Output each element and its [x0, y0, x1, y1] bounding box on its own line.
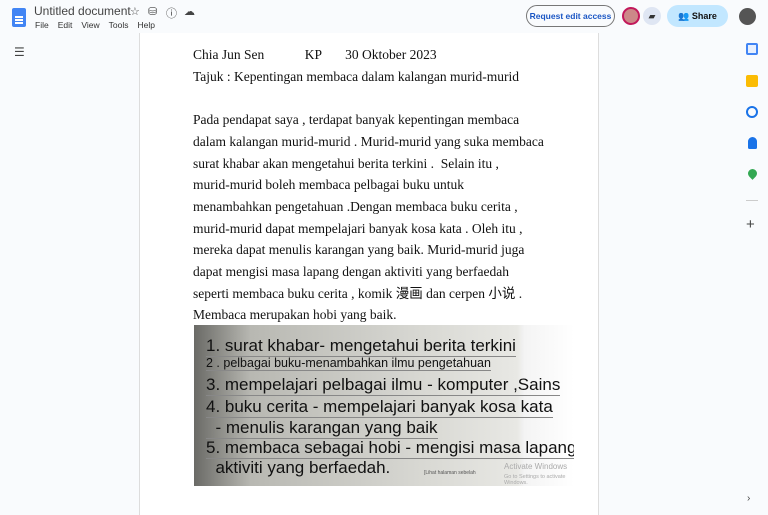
text-line: surat khabar akan mengetahui berita terk…	[193, 155, 499, 171]
share-label: Share	[691, 11, 717, 21]
add-addon-icon[interactable]: +	[746, 216, 755, 233]
top-bar: Untitled document ☆ ⛁ ⓘ ☁ File Edit View…	[0, 0, 768, 33]
keep-icon[interactable]	[746, 75, 758, 87]
image-line: 2 . pelbagai buku-menambahkan ilmu penge…	[206, 356, 491, 371]
activate-windows-title: Activate Windows	[504, 462, 568, 471]
collaborator-avatar[interactable]	[622, 7, 640, 25]
text-line: Membaca merupakan hobi yang baik.	[193, 307, 397, 323]
text-line: menambahkan pengetahuan .Dengan membaca …	[193, 198, 518, 214]
menu-file[interactable]: File	[35, 20, 49, 30]
image-line: 4. buku cerita - mempelajari banyak kosa…	[206, 397, 553, 418]
request-edit-access-button[interactable]: Request edit access	[526, 5, 615, 27]
star-icon[interactable]: ☆	[130, 5, 140, 18]
tasks-icon[interactable]	[746, 106, 758, 118]
menu-bar: File Edit View Tools Help	[35, 20, 155, 30]
document-body[interactable]: Chia Jun Sen KP 30 Oktober 2023 Tajuk : …	[193, 44, 544, 326]
embedded-notes-image[interactable]: 1. surat khabar- mengetahui berita terki…	[194, 325, 574, 486]
cloud-status-icon[interactable]: ☁	[184, 5, 195, 18]
docs-logo-icon[interactable]	[12, 8, 26, 27]
info-icon[interactable]: ⓘ	[166, 5, 177, 21]
divider	[746, 200, 758, 201]
document-title[interactable]: Untitled document	[34, 4, 131, 18]
contacts-icon[interactable]	[748, 137, 757, 149]
image-footnote: [Lihat halaman sebelah	[424, 470, 476, 476]
chevron-right-icon[interactable]: ›	[747, 493, 750, 504]
menu-edit[interactable]: Edit	[58, 20, 73, 30]
image-line: 3. mempelajari pelbagai ilmu - komputer …	[206, 375, 561, 396]
image-line: 1. surat khabar- mengetahui berita terki…	[206, 336, 516, 357]
account-avatar[interactable]	[739, 8, 756, 25]
text-line: Tajuk : Kepentingan membaca dalam kalang…	[193, 68, 519, 84]
text-line: murid-murid dapat mempelajari banyak kos…	[193, 220, 523, 236]
maps-icon[interactable]	[746, 167, 759, 180]
move-icon[interactable]: ⛁	[148, 5, 157, 18]
text-line: mereka dapat menulis karangan yang baik.…	[193, 242, 525, 258]
activate-windows-subtitle: Go to Settings to activate Windows.	[504, 474, 566, 486]
share-button[interactable]: 👥 Share	[667, 5, 728, 27]
calendar-icon[interactable]	[746, 43, 758, 55]
text-line: dalam kalangan murid-murid . Murid-murid…	[193, 133, 544, 149]
text-line: Pada pendapat saya , terdapat banyak kep…	[193, 112, 520, 128]
menu-view[interactable]: View	[81, 20, 99, 30]
menu-tools[interactable]: Tools	[109, 20, 129, 30]
text-line: dapat mengisi masa lapang dengan aktivit…	[193, 264, 510, 280]
image-line: - menulis karangan yang baik	[206, 418, 438, 439]
text-line: Chia Jun Sen KP 30 Oktober 2023	[193, 47, 437, 62]
outline-icon[interactable]: ☰	[14, 45, 25, 59]
image-line: 5. membaca sebagai hobi - mengisi masa l…	[206, 438, 574, 459]
meet-icon[interactable]: ▰	[643, 7, 661, 25]
text-line: seperti membaca buku cerita , komik 漫画 d…	[193, 285, 523, 301]
people-icon: 👥	[678, 11, 692, 21]
menu-help[interactable]: Help	[137, 20, 154, 30]
image-line: aktiviti yang berfaedah.	[206, 458, 391, 477]
text-line	[193, 87, 544, 109]
text-line: murid-murid boleh membaca pelbagai buku …	[193, 177, 465, 193]
